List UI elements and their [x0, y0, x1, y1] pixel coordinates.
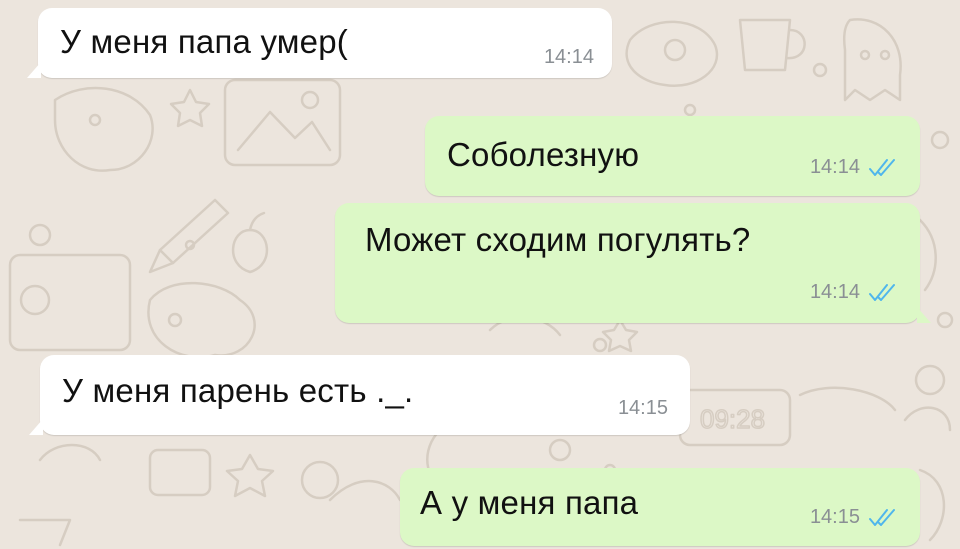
message-text: У меня папа умер( [60, 23, 348, 60]
message-text: А у меня папа [420, 484, 639, 521]
svg-text:09:28: 09:28 [700, 404, 765, 434]
message-bubble-outgoing[interactable]: Может сходим погулять? 14:14 [335, 203, 931, 323]
message-time: 14:15 [809, 506, 860, 528]
double-check-read-icon [868, 283, 898, 303]
bubble-tail [29, 419, 43, 435]
message-bubble-outgoing[interactable]: А у меня папа 14:15 [400, 468, 920, 546]
message-text: У меня парень есть ._. [62, 372, 414, 409]
message-bubble-incoming[interactable]: У меня папа умер( 14:14 [27, 8, 612, 78]
message-meta: 14:14 [810, 281, 898, 304]
message-time: 14:14 [809, 156, 860, 178]
message-time: 14:15 [617, 397, 668, 419]
message-meta: 14:14 [544, 46, 594, 69]
message-time: 14:14 [543, 46, 594, 68]
message-text: Соболезную [447, 136, 640, 173]
message-meta: 14:14 [810, 156, 898, 179]
message-meta: 14:15 [810, 506, 898, 529]
double-check-read-icon [868, 508, 898, 528]
message-bubble-incoming[interactable]: У меня парень есть ._. 14:15 [29, 355, 690, 435]
bubble-tail [27, 62, 41, 78]
message-text: Может сходим погулять? [365, 221, 751, 258]
double-check-read-icon [868, 158, 898, 178]
message-meta: 14:15 [618, 397, 668, 420]
message-bubble-outgoing[interactable]: Соболезную 14:14 [425, 116, 920, 196]
message-time: 14:14 [809, 281, 860, 303]
bubble-tail [917, 307, 931, 323]
